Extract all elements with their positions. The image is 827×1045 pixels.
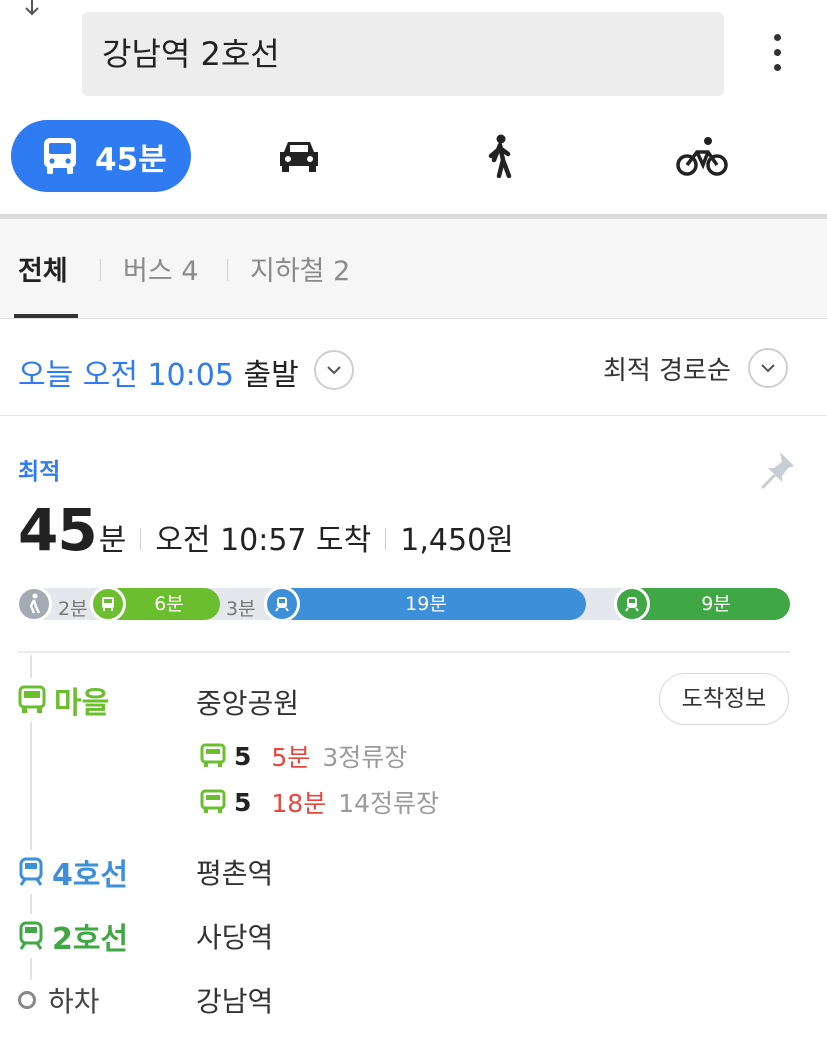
- step-getoff: 하차: [18, 980, 100, 1020]
- duration-value: 45: [18, 496, 98, 564]
- walk-icon: [488, 134, 512, 178]
- boarding-stop: 중앙공원: [196, 687, 300, 720]
- search-input[interactable]: 강남역 2호선: [82, 12, 724, 96]
- mode-bike-button[interactable]: [674, 130, 730, 182]
- transport-mode-bar: 45분: [0, 120, 827, 196]
- card-divider: [18, 651, 790, 653]
- bus-icon: [18, 685, 46, 713]
- transit-duration: 45분: [95, 141, 167, 178]
- transfer-walk-label: 3분: [226, 598, 256, 620]
- mode-walk-button[interactable]: [472, 130, 528, 182]
- route-filter-tabs: 전체 버스 4 지하철 2: [0, 219, 827, 319]
- tab-separator: [227, 259, 228, 281]
- transfer-station: 평촌역: [196, 857, 274, 890]
- step-village-bus: 마을: [18, 678, 110, 722]
- mode-transit-button[interactable]: 45분: [11, 120, 191, 192]
- timeline-segment-line4: 19분: [266, 588, 586, 620]
- destination-station: 강남역: [196, 985, 274, 1018]
- getoff-circle-icon: [18, 991, 36, 1009]
- mode-car-button[interactable]: [271, 130, 327, 182]
- swap-icon[interactable]: [22, 0, 52, 24]
- step-line2: 2호선: [18, 914, 129, 958]
- route-timeline: 6분 19분 9분: [16, 586, 790, 622]
- tab-separator: [100, 259, 101, 281]
- fare: 1,450원: [400, 523, 514, 558]
- subway-icon: [614, 586, 650, 622]
- tab-subway[interactable]: 지하철 2: [250, 249, 350, 288]
- sort-order-label[interactable]: 최적 경로순: [603, 350, 731, 387]
- bus-arrival-row[interactable]: 5 18분 14정류장: [200, 784, 439, 820]
- pin-icon[interactable]: [760, 450, 796, 490]
- more-options-icon[interactable]: [762, 30, 792, 80]
- bus-icon: [200, 789, 226, 813]
- walk-duration-label: 2분: [58, 598, 88, 620]
- summary-separator: [140, 528, 142, 550]
- route-summary[interactable]: 45 분 오전 10:57 도착 1,450원: [18, 496, 514, 566]
- subway-icon: [19, 921, 43, 950]
- duration-unit: 분: [98, 523, 127, 558]
- summary-separator: [385, 528, 387, 550]
- arrival-info-button[interactable]: 도착정보: [659, 673, 789, 725]
- tab-bus[interactable]: 버스 4: [123, 249, 198, 288]
- active-tab-indicator: [14, 314, 78, 318]
- departure-dropdown-chevron-icon[interactable]: [314, 350, 354, 390]
- departure-time[interactable]: 오늘 오전 10:05 출발: [18, 350, 299, 394]
- bus-arrival-row[interactable]: 5 5분 3정류장: [200, 738, 407, 774]
- best-route-badge: 최적: [18, 459, 61, 485]
- bus-icon: [200, 743, 226, 767]
- bicycle-icon: [676, 137, 728, 176]
- sort-dropdown-chevron-icon[interactable]: [748, 348, 788, 388]
- bus-icon: [44, 138, 76, 174]
- step-line4: 4호선: [18, 850, 129, 894]
- subway-icon: [19, 857, 43, 886]
- walk-icon: [16, 586, 52, 622]
- tab-all[interactable]: 전체: [18, 249, 68, 288]
- car-icon: [280, 142, 318, 172]
- subway-icon: [264, 586, 300, 622]
- arrival-time: 오전 10:57 도착: [155, 523, 372, 558]
- bus-icon: [90, 586, 126, 622]
- transfer-station: 사당역: [196, 921, 274, 954]
